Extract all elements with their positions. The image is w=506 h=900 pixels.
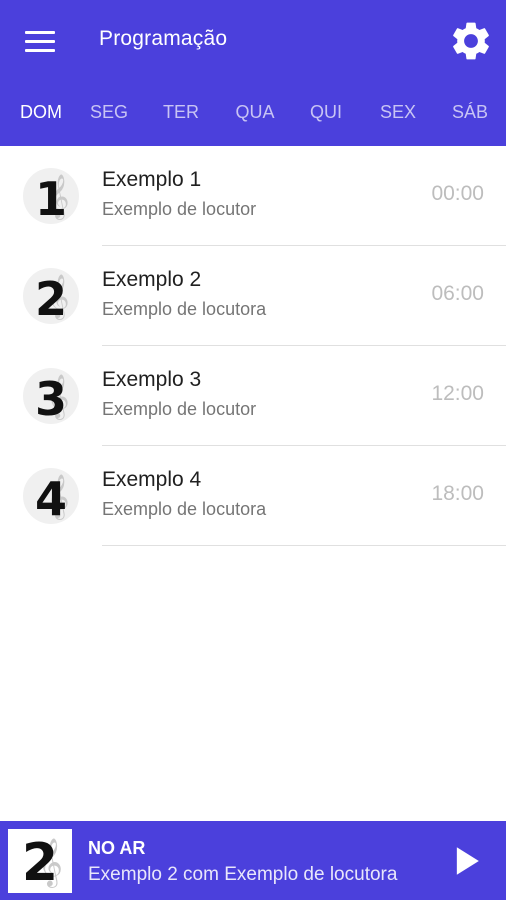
program-badge: 𝄞 2 xyxy=(23,268,79,324)
schedule-item[interactable]: 𝄞 3 Exemplo 3 Exemplo de locutor 12:00 xyxy=(0,346,506,446)
tab-sex[interactable]: SEX xyxy=(380,102,416,123)
day-tabs: DOM SEG TER QUA QUI SEX SÁB xyxy=(0,82,506,146)
program-badge: 𝄞 1 xyxy=(23,168,79,224)
program-title: Exemplo 1 xyxy=(102,168,202,191)
program-number: 4 xyxy=(34,472,67,524)
program-time: 06:00 xyxy=(431,282,484,305)
tab-dom[interactable]: DOM xyxy=(20,102,62,123)
gear-icon[interactable] xyxy=(448,18,494,64)
program-badge: 𝄞 3 xyxy=(23,368,79,424)
program-title: Exemplo 4 xyxy=(102,468,202,491)
program-host: Exemplo de locutora xyxy=(102,299,267,319)
tab-sab[interactable]: SÁB xyxy=(452,102,488,123)
now-playing-text: Exemplo 2 com Exemplo de locutora xyxy=(88,864,398,885)
hamburger-menu-icon[interactable] xyxy=(14,21,66,61)
program-badge: 𝄞 4 xyxy=(23,468,79,524)
program-host: Exemplo de locutor xyxy=(102,199,257,219)
program-title: Exemplo 2 xyxy=(102,268,202,291)
page-title: Programação xyxy=(99,27,228,50)
tab-ter[interactable]: TER xyxy=(163,102,199,123)
app-bar: Programação DOM SEG TER QUA QUI SEX SÁB xyxy=(0,0,506,146)
now-playing-bar[interactable]: 𝄞 2 NO AR Exemplo 2 com Exemplo de locut… xyxy=(0,821,506,900)
on-air-label: NO AR xyxy=(88,838,146,858)
tab-qua[interactable]: QUA xyxy=(235,102,274,123)
program-time: 00:00 xyxy=(431,182,484,205)
program-number: 3 xyxy=(34,372,67,424)
now-playing-cover: 𝄞 2 xyxy=(8,829,72,893)
program-host: Exemplo de locutora xyxy=(102,499,267,519)
program-time: 18:00 xyxy=(431,482,484,505)
program-host: Exemplo de locutor xyxy=(102,399,257,419)
schedule-item[interactable]: 𝄞 1 Exemplo 1 Exemplo de locutor 00:00 xyxy=(0,146,506,246)
tab-seg[interactable]: SEG xyxy=(90,102,128,123)
program-number: 1 xyxy=(34,172,67,224)
play-icon[interactable] xyxy=(444,839,488,883)
toolbar: Programação xyxy=(0,0,506,82)
program-time: 12:00 xyxy=(431,382,484,405)
schedule-item[interactable]: 𝄞 2 Exemplo 2 Exemplo de locutora 06:00 xyxy=(0,246,506,346)
tab-qui[interactable]: QUI xyxy=(310,102,342,123)
schedule-item[interactable]: 𝄞 4 Exemplo 4 Exemplo de locutora 18:00 xyxy=(0,446,506,546)
cover-number: 2 xyxy=(21,833,59,893)
divider xyxy=(102,545,506,546)
program-number: 2 xyxy=(34,272,67,324)
program-title: Exemplo 3 xyxy=(102,368,202,391)
